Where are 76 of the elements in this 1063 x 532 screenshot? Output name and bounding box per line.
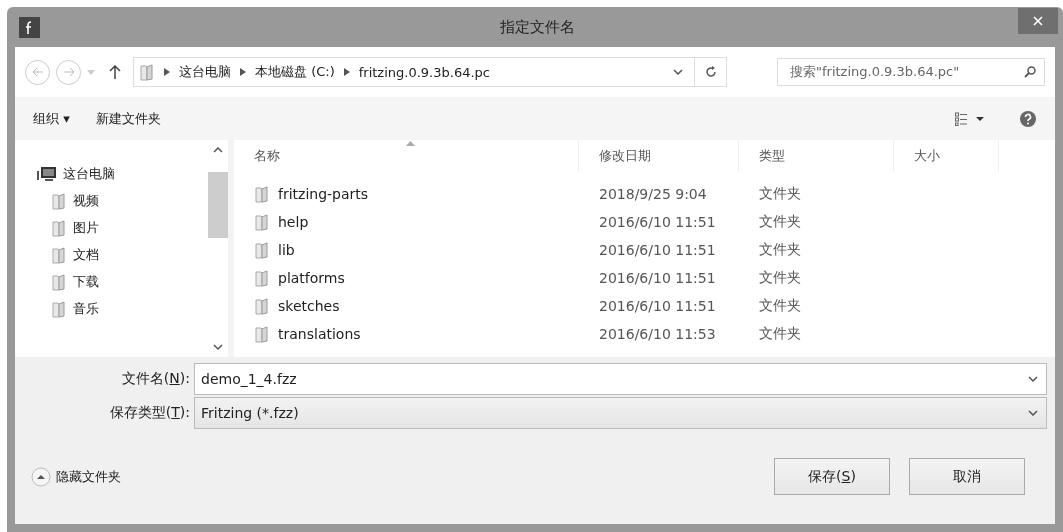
column-header[interactable]: 名称 [234, 140, 579, 172]
file-type-dropdown[interactable]: Fritzing (*.fzz) [194, 397, 1047, 429]
sidebar-item[interactable]: 音乐 [37, 300, 208, 318]
search-icon [1024, 66, 1036, 78]
filename-field[interactable]: demo_1_4.fzz [194, 363, 1047, 395]
close-button[interactable] [1018, 8, 1058, 34]
column-header[interactable]: 类型 [739, 140, 894, 172]
folder-icon [51, 192, 67, 210]
file-type: 文件夹 [758, 297, 802, 315]
file-type-label: 保存类型(T): [108, 404, 191, 422]
modified-date: 2016/6/10 11:53 [598, 326, 717, 342]
folder-icon [51, 219, 67, 237]
column-header[interactable]: 修改日期 [579, 140, 739, 172]
dialog-button[interactable]: 保存(S) [774, 458, 890, 495]
chevron-down-icon [1028, 376, 1038, 382]
close-icon [1033, 16, 1043, 26]
file-name[interactable]: help [234, 213, 579, 231]
chevron-icon [240, 68, 246, 76]
file-type: 文件夹 [758, 213, 802, 231]
up-arrow-icon[interactable] [109, 65, 121, 79]
scroll-up-icon[interactable] [213, 146, 223, 154]
folder-icon [139, 63, 155, 81]
file-type: 文件夹 [758, 185, 802, 203]
folder-icon [254, 325, 270, 343]
modified-date: 2016/6/10 11:51 [598, 214, 717, 230]
modified-date: 2016/6/10 11:51 [598, 270, 717, 286]
folder-icon [51, 300, 67, 318]
new-folder-button[interactable]: 新建文件夹 [95, 109, 161, 128]
chevron-down-icon [673, 69, 683, 75]
modified-date: 2016/6/10 11:51 [598, 242, 717, 258]
sidebar-item[interactable]: 文档 [37, 246, 208, 264]
breadcrumb[interactable]: 这台电脑 [179, 63, 231, 81]
chevron-icon [343, 68, 350, 76]
folder-icon [51, 273, 67, 291]
file-name[interactable]: lib [234, 241, 579, 259]
file-type: 文件夹 [758, 269, 802, 287]
modified-date: 2018/9/25 9:04 [598, 186, 708, 202]
file-type: 文件夹 [758, 325, 802, 343]
sidebar-item[interactable]: 视频 [37, 192, 208, 210]
folder-icon [51, 246, 67, 264]
file-name[interactable]: platforms [234, 269, 579, 287]
file-name[interactable]: fritzing-parts [234, 185, 579, 203]
breadcrumb[interactable]: fritzing.0.9.3b.64.pc [358, 64, 490, 80]
file-name[interactable]: translations [234, 325, 579, 343]
folder-icon [254, 297, 270, 315]
scroll-down-icon[interactable] [213, 343, 223, 351]
filename-label: 文件名(N): [120, 370, 191, 388]
app-icon [19, 16, 40, 38]
window-title: 指定文件名 [499, 17, 576, 37]
address-bar[interactable]: 这台电脑 本地磁盘 (C:) fritzing.0.9.3b.64.pc [133, 57, 727, 87]
chevron-down-icon [1028, 410, 1038, 416]
search-field[interactable]: 搜索"fritzing.0.9.3b.64.pc" [777, 58, 1045, 86]
file-name[interactable]: sketches [234, 297, 579, 315]
dialog-button[interactable]: 取消 [909, 458, 1025, 495]
file-type: 文件夹 [758, 241, 802, 259]
column-header[interactable]: 大小 [894, 140, 999, 172]
sidebar-item[interactable]: 图片 [37, 219, 208, 237]
view-options-icon[interactable] [955, 111, 985, 126]
computer-icon [37, 166, 57, 182]
organize-menu[interactable]: 组织 ▾ [33, 109, 70, 128]
chevron-icon [164, 68, 170, 76]
folder-icon [254, 241, 270, 259]
sort-arrow-icon [406, 141, 415, 146]
help-icon[interactable] [1019, 109, 1037, 128]
modified-date: 2016/6/10 11:51 [598, 298, 717, 314]
breadcrumb[interactable]: 本地磁盘 (C:) [255, 63, 335, 81]
right-arrow-icon [62, 67, 75, 77]
collapse-icon [31, 466, 51, 487]
sidebar-item[interactable]: 下载 [37, 273, 208, 291]
hide-folders-toggle[interactable]: 隐藏文件夹 [31, 466, 121, 487]
sidebar-item[interactable]: 这台电脑 [37, 165, 208, 183]
refresh-icon [704, 66, 717, 78]
folder-icon [254, 269, 270, 287]
left-arrow-icon [31, 67, 44, 77]
folder-icon [254, 185, 270, 203]
folder-icon [254, 213, 270, 231]
